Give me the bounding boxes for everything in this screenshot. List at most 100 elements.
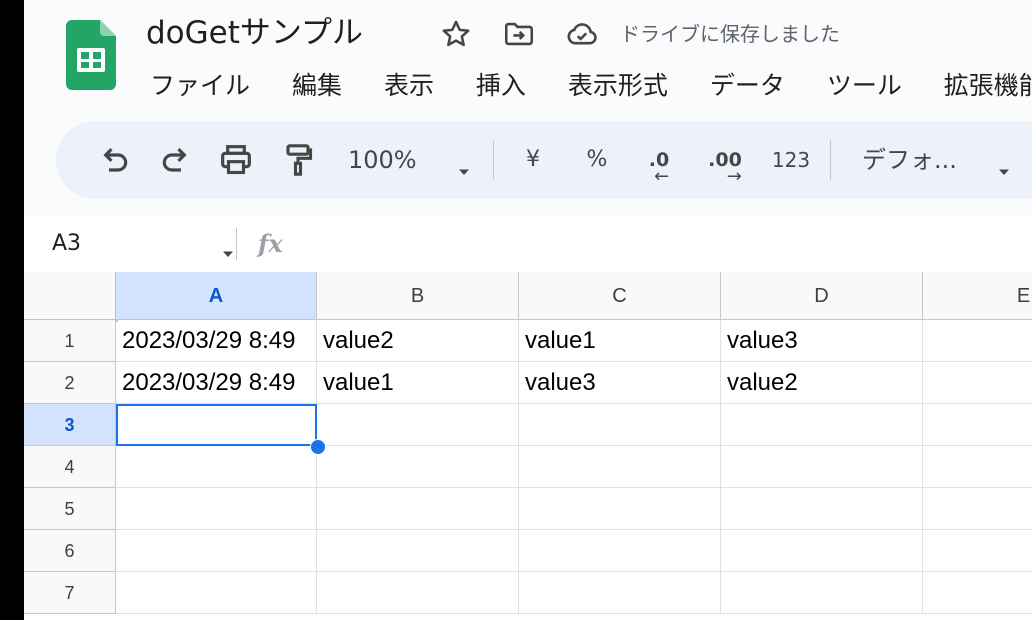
cell-d4[interactable]: [721, 446, 923, 488]
cell-a4[interactable]: [116, 446, 317, 488]
cell-c6[interactable]: [519, 530, 721, 572]
toolbar-divider: [493, 140, 494, 180]
row-header-3[interactable]: 3: [24, 404, 116, 446]
column-header-b[interactable]: B: [317, 272, 519, 320]
cell-a7[interactable]: [116, 572, 317, 614]
cell-value: value1: [525, 327, 596, 354]
cell-value: value3: [525, 369, 596, 396]
zoom-select[interactable]: 100%: [348, 140, 472, 180]
cell-d7[interactable]: [721, 572, 923, 614]
fill-handle[interactable]: [310, 439, 326, 455]
menu-format[interactable]: 表示形式: [568, 64, 668, 108]
currency-format-button[interactable]: ¥: [518, 140, 548, 180]
cell-e4[interactable]: [923, 446, 1032, 488]
percent-format-button[interactable]: %: [580, 140, 614, 180]
toolbar-divider: [830, 140, 831, 180]
cell-a6[interactable]: [116, 530, 317, 572]
select-all-corner[interactable]: [24, 272, 118, 322]
row-header-1[interactable]: 1: [24, 320, 116, 362]
zoom-value: 100%: [348, 146, 417, 174]
name-box[interactable]: A3: [52, 224, 233, 264]
print-icon[interactable]: [216, 140, 256, 180]
cell-d1[interactable]: value3: [721, 320, 923, 362]
cell-value: 2023/03/29 8:49: [122, 369, 296, 396]
menu-data[interactable]: データ: [710, 64, 785, 108]
formula-input[interactable]: [304, 224, 1008, 266]
cell-c5[interactable]: [519, 488, 721, 530]
cell-b2[interactable]: value1: [317, 362, 519, 404]
cell-e2[interactable]: [923, 362, 1032, 404]
redo-icon[interactable]: [156, 140, 196, 180]
column-header-d[interactable]: D: [721, 272, 923, 320]
chevron-down-icon: [456, 152, 472, 192]
cell-d6[interactable]: [721, 530, 923, 572]
chevron-down-icon: [220, 236, 236, 276]
arrow-left-icon: ←: [654, 166, 670, 187]
cell-a5[interactable]: [116, 488, 317, 530]
increase-decimal-button[interactable]: .00 →: [700, 140, 750, 186]
menu-bar: ファイル 編集 表示 挿入 表示形式 データ ツール 拡張機能: [150, 64, 1032, 108]
cell-b7[interactable]: [317, 572, 519, 614]
row-header-7[interactable]: 7: [24, 572, 116, 614]
menu-view[interactable]: 表示: [384, 64, 434, 108]
fx-icon: fx: [258, 229, 283, 258]
paint-format-icon[interactable]: [278, 140, 318, 180]
save-status: ドライブに保存しました: [620, 22, 840, 46]
cell-e7[interactable]: [923, 572, 1032, 614]
cell-e1[interactable]: [923, 320, 1032, 362]
move-to-folder-icon[interactable]: [502, 17, 536, 51]
undo-icon[interactable]: [94, 140, 134, 180]
chevron-down-icon: [996, 152, 1012, 192]
cell-c3[interactable]: [519, 404, 721, 446]
row-header-4[interactable]: 4: [24, 446, 116, 488]
cell-c7[interactable]: [519, 572, 721, 614]
star-icon[interactable]: [439, 17, 473, 51]
menu-insert[interactable]: 挿入: [476, 64, 526, 108]
cell-a1[interactable]: 2023/03/29 8:49: [116, 320, 317, 362]
cell-b4[interactable]: [317, 446, 519, 488]
cell-d5[interactable]: [721, 488, 923, 530]
sheets-logo-icon[interactable]: [66, 20, 116, 90]
arrow-right-icon: →: [726, 166, 742, 187]
more-formats-button[interactable]: 123: [768, 140, 814, 180]
font-value: デフォ...: [862, 146, 957, 174]
cell-b3[interactable]: [317, 404, 519, 446]
row-header-6[interactable]: 6: [24, 530, 116, 572]
toolbar: 100% ¥ % .0 ← .00 → 123 デフォ...: [56, 121, 1032, 199]
cell-d3[interactable]: [721, 404, 923, 446]
spreadsheet-app: doGetサンプル ドライブに保存しました ファイル 編集 表示 挿入 表示形式…: [24, 0, 1032, 620]
column-header-a[interactable]: A: [116, 272, 317, 320]
name-box-value: A3: [52, 231, 82, 256]
menu-tools[interactable]: ツール: [827, 64, 902, 108]
cell-c1[interactable]: value1: [519, 320, 721, 362]
cell-e6[interactable]: [923, 530, 1032, 572]
formula-bar-divider: [236, 228, 237, 260]
cell-a2[interactable]: 2023/03/29 8:49: [116, 362, 317, 404]
cell-c2[interactable]: value3: [519, 362, 721, 404]
cell-a3[interactable]: [116, 404, 317, 446]
sheet-grid: A B C D E 1 2023/03/29 8:49 value2 value…: [24, 272, 1032, 620]
row-header-2[interactable]: 2: [24, 362, 116, 404]
menu-extensions[interactable]: 拡張機能: [944, 64, 1032, 108]
cell-e5[interactable]: [923, 488, 1032, 530]
document-title[interactable]: doGetサンプル: [146, 10, 363, 56]
cell-b1[interactable]: value2: [317, 320, 519, 362]
font-select[interactable]: デフォ...: [862, 140, 1022, 180]
menu-edit[interactable]: 編集: [292, 64, 342, 108]
cell-value: value1: [323, 369, 394, 396]
cell-d2[interactable]: value2: [721, 362, 923, 404]
cell-b6[interactable]: [317, 530, 519, 572]
cloud-saved-icon[interactable]: [565, 17, 599, 51]
cell-value: value3: [727, 327, 798, 354]
cell-b5[interactable]: [317, 488, 519, 530]
column-header-e[interactable]: E: [923, 272, 1032, 320]
menu-file[interactable]: ファイル: [150, 64, 250, 108]
decrease-decimal-button[interactable]: .0 ←: [636, 140, 682, 186]
row-header-5[interactable]: 5: [24, 488, 116, 530]
column-header-c[interactable]: C: [519, 272, 721, 320]
cell-e3[interactable]: [923, 404, 1032, 446]
cell-value: value2: [323, 327, 394, 354]
formula-bar: A3 fx: [24, 216, 1032, 272]
cell-value: value2: [727, 369, 798, 396]
cell-c4[interactable]: [519, 446, 721, 488]
